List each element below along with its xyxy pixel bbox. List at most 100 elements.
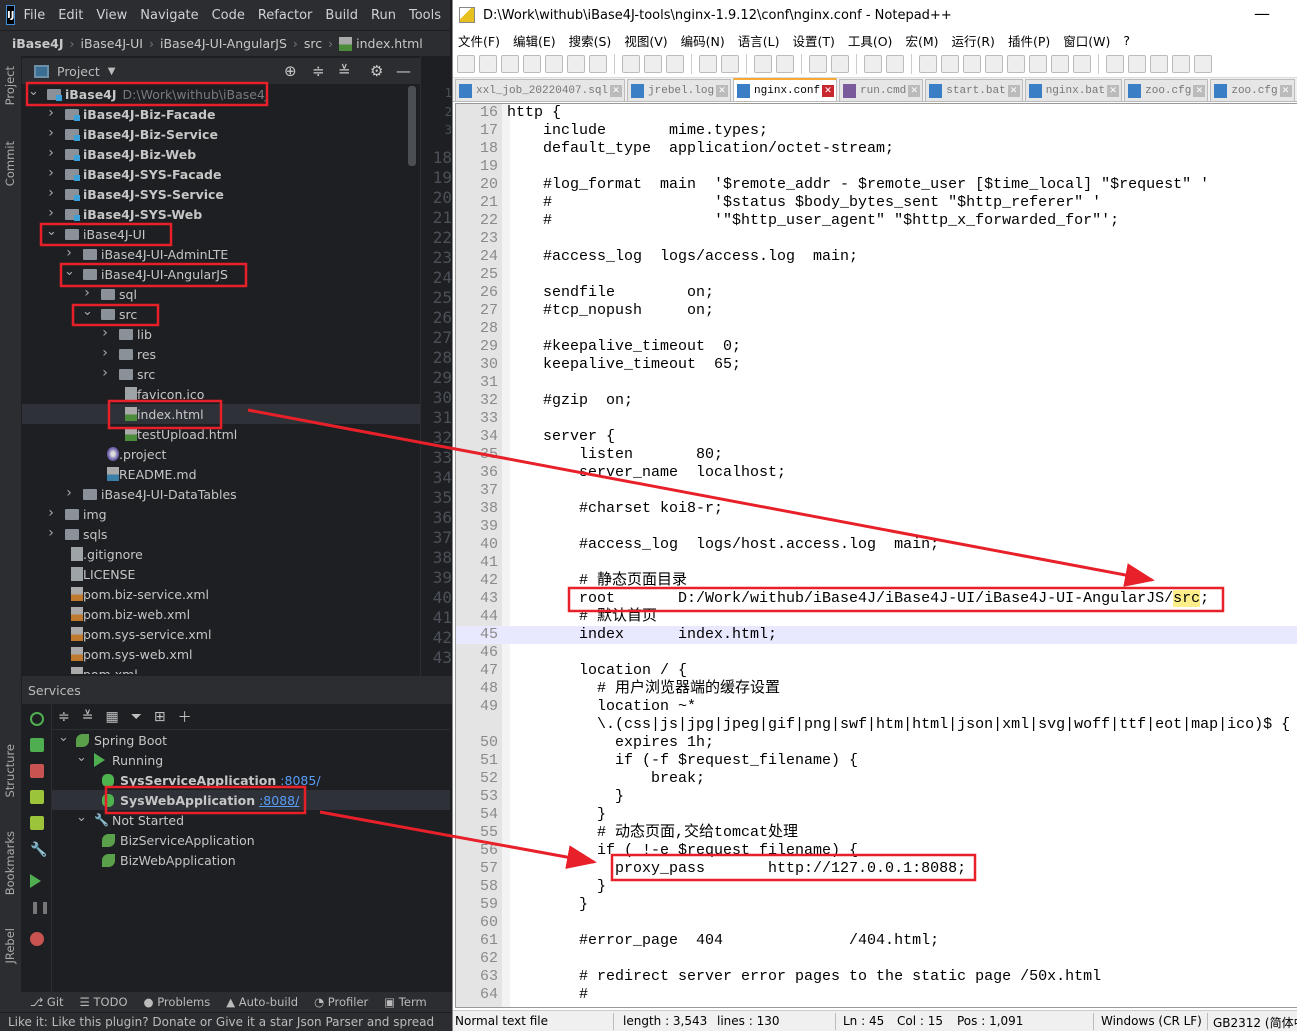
code-line[interactable]: 49 location ~* xyxy=(456,698,1297,716)
play-icon[interactable] xyxy=(1150,54,1168,73)
tool-window-auto-build[interactable]: ▲ Auto-build xyxy=(226,995,298,1009)
chevron-right-icon[interactable]: › xyxy=(64,245,74,261)
zoom-in-icon[interactable] xyxy=(809,54,827,73)
add-service-icon[interactable]: ＋ xyxy=(178,707,192,727)
code-line[interactable]: 23 xyxy=(456,230,1297,248)
file-tab[interactable]: nginx.bat ✕ xyxy=(1024,79,1123,101)
code-line[interactable]: 57 proxy_pass http://127.0.0.1:8088; xyxy=(456,860,1297,878)
tree-item[interactable]: pom.biz-web.xml xyxy=(22,604,420,624)
code-line[interactable]: 18 default_type application/octet-stream… xyxy=(456,140,1297,158)
code-line[interactable]: 38 #charset koi8-r; xyxy=(456,500,1297,518)
close-icon[interactable]: ✕ xyxy=(1007,84,1020,97)
service-item[interactable]: BizWebApplication xyxy=(52,850,450,870)
npp-menu-item[interactable]: 宏(M) xyxy=(905,31,938,50)
npp-menu-item[interactable]: 文件(F) xyxy=(458,31,500,50)
code-line[interactable]: 22 # '"$http_user_agent" "$http_x_forwar… xyxy=(456,212,1297,230)
tree-item[interactable]: › lib xyxy=(22,324,420,344)
service-item[interactable]: SysWebApplication:8088/ xyxy=(52,790,450,810)
service-item[interactable]: ⌄ 🔧 Not Started xyxy=(52,810,450,830)
breadcrumb-item[interactable]: iBase4J-UI-AngularJS xyxy=(160,36,287,51)
code-line[interactable]: 34 server { xyxy=(456,428,1297,446)
tree-item[interactable]: ⌄ iBase4J-UI xyxy=(22,224,420,244)
chevron-down-icon[interactable]: ⌄ xyxy=(28,84,39,99)
service-item[interactable]: BizServiceApplication xyxy=(52,830,450,850)
status-encoding[interactable]: GB2312 (简体中文) xyxy=(1213,1014,1297,1031)
menu-edit[interactable]: Edit xyxy=(58,8,83,23)
chevron-right-icon[interactable]: › xyxy=(46,205,56,221)
file-tab[interactable]: zoo.cfg ✕ xyxy=(1124,79,1209,101)
file-tab[interactable]: xxl_job_20220407.sql ✕ xyxy=(455,79,626,101)
npp-menu-item[interactable]: 语言(L) xyxy=(738,31,780,50)
tree-item[interactable]: › iBase4J-Biz-Web xyxy=(22,144,420,164)
tool-window-problems[interactable]: ● Problems xyxy=(144,995,211,1009)
tree-item[interactable]: › sqls xyxy=(22,524,420,544)
collapse-all-icon[interactable]: ≚ xyxy=(82,709,94,725)
breadcrumb-item[interactable]: iBase4J xyxy=(12,36,64,51)
debug-jrebel-icon[interactable] xyxy=(30,816,44,830)
code-line[interactable]: 26 sendfile on; xyxy=(456,284,1297,302)
show-all-icon[interactable] xyxy=(941,54,959,73)
code-line[interactable]: 47 location / { xyxy=(456,662,1297,680)
chevron-right-icon[interactable]: › xyxy=(100,345,110,361)
save-macro-icon[interactable] xyxy=(1194,54,1212,73)
chevron-right-icon[interactable]: › xyxy=(82,285,92,301)
code-line[interactable]: 42 # 静态页面目录 xyxy=(456,572,1297,590)
filter-icon[interactable]: ⏷ xyxy=(131,709,142,725)
new-tab-icon[interactable]: ⊞ xyxy=(154,709,166,725)
close-icon[interactable]: ✕ xyxy=(822,84,835,97)
locate-icon[interactable]: ⊕ xyxy=(284,62,297,80)
code-line[interactable]: 62 xyxy=(456,950,1297,968)
chevron-right-icon[interactable]: › xyxy=(46,145,56,161)
service-port-link[interactable]: :8085/ xyxy=(280,773,320,788)
tree-item[interactable]: › res xyxy=(22,344,420,364)
chevron-down-icon[interactable]: ⌄ xyxy=(76,750,87,765)
close-icon[interactable]: ✕ xyxy=(716,84,729,97)
code-line[interactable]: 41 xyxy=(456,554,1297,572)
project-panel-title[interactable]: Project xyxy=(57,64,100,79)
code-line[interactable]: 29 #keepalive_timeout 0; xyxy=(456,338,1297,356)
side-tab-structure[interactable]: Structure xyxy=(3,744,17,798)
tree-item[interactable]: › src xyxy=(22,364,420,384)
monitor-icon[interactable] xyxy=(1073,54,1091,73)
code-line[interactable]: 35 listen 80; xyxy=(456,446,1297,464)
chevron-right-icon[interactable]: › xyxy=(46,525,56,541)
cut-icon[interactable] xyxy=(622,54,640,73)
code-line[interactable]: 25 xyxy=(456,266,1297,284)
minimize-icon[interactable]: — xyxy=(396,62,411,80)
code-line[interactable]: 44 # 默认首页 xyxy=(456,608,1297,626)
stop-icon[interactable] xyxy=(1128,54,1146,73)
chevron-right-icon[interactable]: › xyxy=(64,485,74,501)
menu-code[interactable]: Code xyxy=(212,8,245,23)
file-tab[interactable]: run.cmd ✕ xyxy=(839,79,924,101)
tree-item[interactable]: ⌄ src xyxy=(22,304,420,324)
menu-refactor[interactable]: Refactor xyxy=(258,8,313,23)
expand-all-icon[interactable]: ≑ xyxy=(312,62,325,80)
zoom-out-icon[interactable] xyxy=(831,54,849,73)
tree-item[interactable]: LICENSE xyxy=(22,564,420,584)
chevron-down-icon[interactable]: ⌄ xyxy=(46,224,57,239)
tree-item[interactable]: README.md xyxy=(22,464,420,484)
tool-window-term[interactable]: ▣ Term xyxy=(384,995,426,1009)
service-item[interactable]: ⌄ Running xyxy=(52,750,450,770)
code-line[interactable]: 46 xyxy=(456,644,1297,662)
new-icon[interactable] xyxy=(457,54,475,73)
file-tab[interactable]: jrebel.log ✕ xyxy=(627,79,732,101)
code-line[interactable]: 48 # 用户浏览器端的缓存设置 xyxy=(456,680,1297,698)
tree-item[interactable]: › iBase4J-Biz-Service xyxy=(22,124,420,144)
sync-h-icon[interactable] xyxy=(886,54,904,73)
tree-item[interactable]: › iBase4J-SYS-Facade xyxy=(22,164,420,184)
code-line[interactable]: 36 server_name localhost; xyxy=(456,464,1297,482)
npp-menu-item[interactable]: 工具(O) xyxy=(848,31,893,50)
code-line[interactable]: 27 #tcp_nopush on; xyxy=(456,302,1297,320)
code-line[interactable]: 61 #error_page 404 /404.html; xyxy=(456,932,1297,950)
tree-item[interactable]: .gitignore xyxy=(22,544,420,564)
code-line[interactable]: 52 break; xyxy=(456,770,1297,788)
tree-item[interactable]: ⌄ iBase4J-UI-AngularJS xyxy=(22,264,420,284)
undo-icon[interactable] xyxy=(699,54,717,73)
code-line[interactable]: 33 xyxy=(456,410,1297,428)
code-line[interactable]: 51 if (-f $request_filename) { xyxy=(456,752,1297,770)
code-line[interactable]: \.(css|js|jpg|jpeg|gif|png|swf|htm|html|… xyxy=(456,716,1297,734)
tree-item[interactable]: favicon.ico xyxy=(22,384,420,404)
tree-item[interactable]: pom.biz-service.xml xyxy=(22,584,420,604)
close-icon[interactable]: ✕ xyxy=(1193,84,1206,97)
